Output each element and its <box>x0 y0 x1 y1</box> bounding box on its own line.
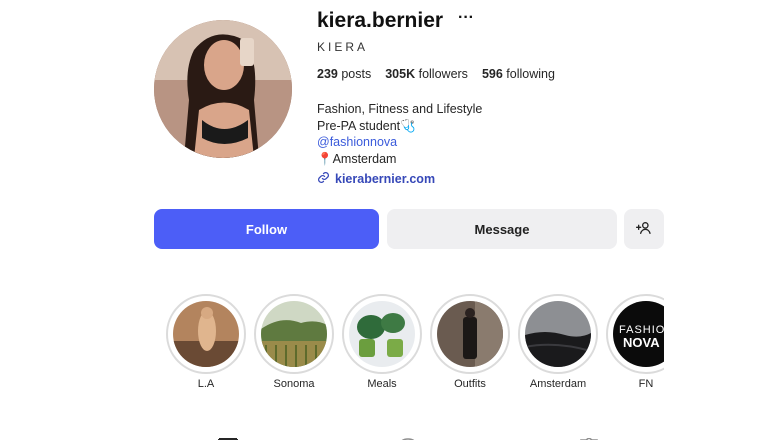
highlight-cover-la <box>173 301 239 367</box>
posts-count: 239 <box>317 67 338 81</box>
highlight-ring <box>166 294 246 374</box>
followers-count: 305K <box>385 67 416 81</box>
bio-line-description: Fashion, Fitness and Lifestyle <box>317 102 483 116</box>
following-count: 596 <box>481 67 503 81</box>
followers-stat[interactable]: 305K followers <box>385 67 468 81</box>
highlight-item-outfits[interactable]: Outfits <box>430 294 510 390</box>
following-stat[interactable]: 596 following <box>482 67 555 81</box>
bio-line-location: 📍Amsterdam <box>317 151 397 166</box>
highlight-ring <box>518 294 598 374</box>
profile-username: kiera.bernier <box>317 9 444 32</box>
highlight-label: Amsterdam <box>529 378 587 390</box>
suggest-users-button[interactable] <box>624 209 664 249</box>
highlight-ring <box>430 294 510 374</box>
follow-button[interactable]: Follow <box>154 209 379 249</box>
highlight-item-meals[interactable]: Meals <box>342 294 422 390</box>
add-user-icon <box>636 220 652 239</box>
profile-tabs <box>0 428 780 440</box>
profile-website-link[interactable]: kierabernier.com <box>317 171 435 187</box>
more-options-icon[interactable]: ··· <box>458 9 474 27</box>
highlight-ring: FASHIONNOVA <box>606 294 664 374</box>
reels-icon[interactable] <box>398 433 418 440</box>
story-highlights: L.A Sonoma Meals Outfits Amsterdam FASHI… <box>166 294 664 404</box>
avatar-photo <box>154 20 292 158</box>
highlight-label: L.A <box>197 378 215 390</box>
posts-stat[interactable]: 239 posts <box>317 67 371 81</box>
highlight-item-fn[interactable]: FASHIONNOVA FN <box>606 294 664 390</box>
highlight-cover-amsterdam <box>525 301 591 367</box>
highlight-ring <box>342 294 422 374</box>
profile-full-name: KIERA <box>317 40 369 54</box>
bio-mention-link[interactable]: @fashionnova <box>317 134 482 151</box>
highlight-label: FN <box>638 378 654 390</box>
highlight-label: Outfits <box>454 378 486 390</box>
posts-label: posts <box>341 67 372 81</box>
highlight-cover-fn: FASHIONNOVA <box>613 301 664 367</box>
bio-line-student: Pre-PA student🩺 <box>317 118 416 133</box>
highlight-cover-sonoma <box>261 301 327 367</box>
link-icon <box>317 171 330 187</box>
following-label: following <box>506 67 555 81</box>
highlight-item-sonoma[interactable]: Sonoma <box>254 294 334 390</box>
website-text: kierabernier.com <box>335 172 436 186</box>
profile-bio: Fashion, Fitness and Lifestyle Pre-PA st… <box>317 101 482 167</box>
highlight-ring <box>254 294 334 374</box>
highlight-label: Sonoma <box>273 378 315 390</box>
profile-stats: 239 posts 305K followers 596 following <box>317 67 555 81</box>
svg-text:NOVA: NOVA <box>623 335 660 350</box>
message-button[interactable]: Message <box>387 209 617 249</box>
grid-icon[interactable] <box>218 433 238 440</box>
highlight-item-amsterdam[interactable]: Amsterdam <box>518 294 598 390</box>
tagged-icon[interactable] <box>579 433 599 440</box>
profile-avatar[interactable] <box>154 20 292 158</box>
highlight-label: Meals <box>367 378 397 390</box>
highlight-cover-outfits <box>437 301 503 367</box>
followers-label: followers <box>418 67 468 81</box>
highlight-cover-meals <box>349 301 415 367</box>
highlight-item-la[interactable]: L.A <box>166 294 246 390</box>
fashion-nova-logo: FASHIONNOVA <box>613 301 664 367</box>
